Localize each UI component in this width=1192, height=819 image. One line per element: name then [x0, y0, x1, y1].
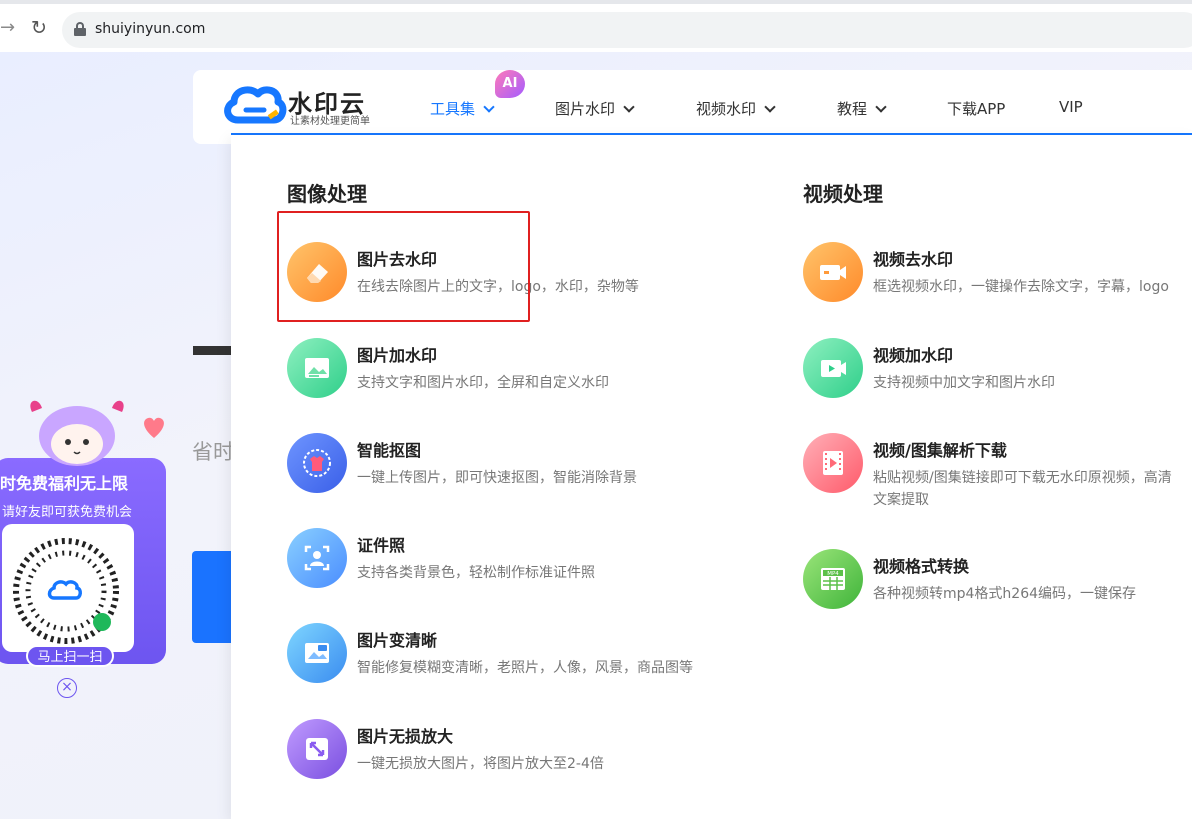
tool-desc: 框选视频水印，一键操作去除文字，字幕，logo	[873, 279, 1169, 295]
nav-vip[interactable]: VIP	[1059, 98, 1083, 116]
qr-code-icon	[13, 538, 119, 644]
id-photo-icon	[287, 528, 347, 588]
reload-icon[interactable]: ↻	[28, 16, 50, 40]
tool-image-upscale[interactable]: 图片无损放大 一键无损放大图片，将图片放大至2-4倍	[287, 719, 707, 781]
nav-video-watermark[interactable]: 视频水印	[696, 98, 776, 119]
tool-video-format-convert[interactable]: MP4 视频格式转换 各种视频转mp4格式h264编码，一键保存	[803, 549, 1192, 611]
nav-video-watermark-label: 视频水印	[696, 100, 757, 118]
hero-button-fragment[interactable]	[192, 551, 232, 643]
chevron-down-icon	[623, 100, 635, 113]
browser-toolbar: → ↻ shuiyinyun.com	[0, 0, 1192, 52]
tool-image-enhance[interactable]: 图片变清晰 智能修复模糊变清晰，老照片，人像，风景，商品图等	[287, 623, 707, 685]
tool-video-add-watermark[interactable]: 视频加水印 支持视频中加文字和图片水印	[803, 338, 1192, 400]
tool-desc: 粘贴视频/图集链接即可下载无水印原视频，高清 文案提取	[873, 467, 1172, 511]
nav-tutorial-label: 教程	[837, 100, 868, 118]
nav-download-app-label: 下载APP	[947, 100, 1006, 118]
chevron-down-icon	[875, 100, 887, 113]
nav-image-watermark[interactable]: 图片水印	[555, 98, 635, 119]
lock-icon[interactable]	[74, 22, 86, 36]
hd-icon	[287, 623, 347, 683]
tool-video-remove-watermark[interactable]: 视频去水印 框选视频水印，一键操作去除文字，字幕，logo	[803, 242, 1192, 304]
nav-tutorial[interactable]: 教程	[837, 98, 887, 119]
tool-desc-line: 粘贴视频/图集链接即可下载无水印原视频，高清	[873, 470, 1172, 486]
image-add-icon	[287, 338, 347, 398]
forward-arrow-icon[interactable]: →	[0, 18, 20, 38]
nav-vip-label: VIP	[1059, 98, 1083, 116]
nav-tools-label: 工具集	[430, 100, 476, 118]
tool-image-add-watermark[interactable]: 图片加水印 支持文字和图片水印，全屏和自定义水印	[287, 338, 707, 400]
heart-icon	[144, 417, 164, 438]
cutout-icon	[287, 433, 347, 493]
tool-desc: 支持视频中加文字和图片水印	[873, 375, 1055, 391]
hero-subtitle-fragment: 省时	[192, 440, 234, 464]
close-icon[interactable]: ×	[57, 678, 77, 698]
tool-title: 视频/图集解析下载	[873, 441, 1007, 460]
image-section-title: 图像处理	[287, 182, 367, 206]
nav-tools[interactable]: 工具集	[430, 98, 495, 119]
film-icon	[803, 433, 863, 493]
tool-desc: 一键上传图片，即可快速抠图，智能消除背景	[357, 470, 637, 486]
tool-desc: 一键无损放大图片，将图片放大至2-4倍	[357, 756, 604, 772]
tool-desc: 支持文字和图片水印，全屏和自定义水印	[357, 375, 609, 391]
tool-title: 视频格式转换	[873, 557, 970, 576]
address-bar[interactable]: shuiyinyun.com	[62, 12, 1192, 48]
tool-title: 视频加水印	[873, 346, 954, 365]
tool-desc: 各种视频转mp4格式h264编码，一键保存	[873, 586, 1137, 602]
tool-id-photo[interactable]: 证件照 支持各类背景色，轻松制作标准证件照	[287, 528, 707, 590]
highlight-box	[277, 211, 530, 322]
tool-smart-cutout[interactable]: 智能抠图 一键上传图片，即可快速抠图，智能消除背景	[287, 433, 707, 495]
ai-badge: AI	[495, 70, 525, 98]
logo-tagline: 让素材处理更简单	[290, 116, 370, 127]
promo-title: 时免费福利无上限	[0, 474, 129, 493]
scan-now-button[interactable]: 马上扫一扫	[26, 645, 114, 667]
tool-title: 图片变清晰	[357, 631, 438, 650]
hero-title-fragment	[193, 346, 233, 355]
video-section-title: 视频处理	[803, 182, 883, 206]
promo-subtitle: 请好友即可获免费机会	[2, 505, 133, 520]
tool-title: 智能抠图	[357, 441, 422, 460]
tool-video-parse-download[interactable]: 视频/图集解析下载 粘贴视频/图集链接即可下载无水印原视频，高清 文案提取	[803, 433, 1192, 513]
svg-text:MP4: MP4	[827, 571, 839, 577]
video-add-icon	[803, 338, 863, 398]
nav-image-watermark-label: 图片水印	[555, 100, 616, 118]
tool-desc-line: 文案提取	[873, 492, 929, 508]
mascot-icon	[30, 400, 124, 466]
tool-desc: 智能修复模糊变清晰，老照片，人像，风景，商品图等	[357, 660, 693, 676]
mp4-icon: MP4	[803, 549, 863, 609]
tool-desc: 支持各类背景色，轻松制作标准证件照	[357, 565, 595, 581]
tool-title: 图片加水印	[357, 346, 438, 365]
tool-title: 视频去水印	[873, 250, 954, 269]
video-remove-icon	[803, 242, 863, 302]
chevron-down-icon	[483, 100, 495, 113]
url-text[interactable]: shuiyinyun.com	[95, 21, 205, 37]
nav-download-app[interactable]: 下载APP	[947, 98, 1005, 119]
chevron-down-icon	[764, 100, 776, 113]
tool-title: 证件照	[357, 536, 406, 555]
tool-title: 图片无损放大	[357, 727, 454, 746]
enlarge-icon	[287, 719, 347, 779]
